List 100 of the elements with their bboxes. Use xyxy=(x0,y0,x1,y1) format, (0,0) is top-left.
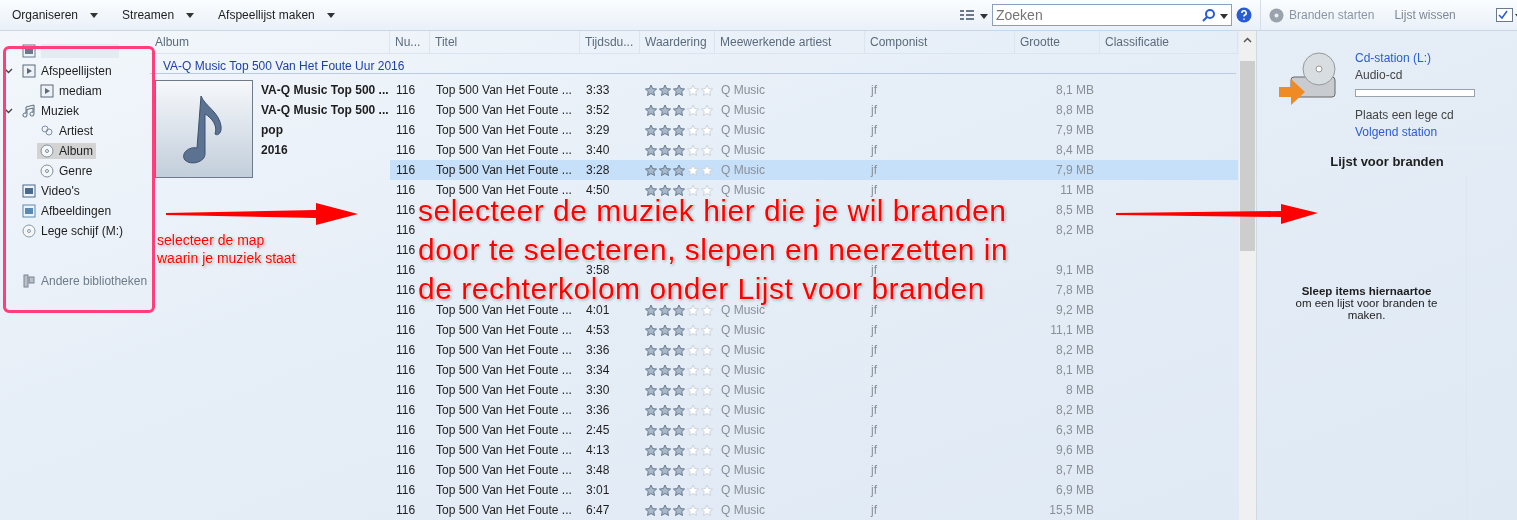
table-cell-text: Top 500 Van Het Foute ... xyxy=(435,323,573,337)
table-cell-text: 3:52 xyxy=(585,103,611,117)
star-icon[interactable] xyxy=(644,323,658,337)
column-header[interactable]: Grootte xyxy=(1015,31,1100,53)
nav-item[interactable]: Afspeellijsten xyxy=(19,63,115,79)
star-icon[interactable] xyxy=(672,423,686,437)
nav-item[interactable]: Video's xyxy=(19,183,83,199)
star-icon[interactable] xyxy=(672,163,686,177)
star-icon[interactable] xyxy=(658,363,672,377)
table-cell-text: 3:33 xyxy=(585,83,611,97)
star-icon[interactable] xyxy=(672,303,686,317)
star-icon[interactable] xyxy=(644,423,658,437)
drive-link[interactable]: Cd-station (L:) xyxy=(1355,51,1475,65)
star-icon[interactable] xyxy=(672,123,686,137)
nav-item[interactable]: Artiest xyxy=(37,123,96,139)
nav-item[interactable]: Album xyxy=(37,143,96,159)
star-icon[interactable] xyxy=(672,143,686,157)
star-icon[interactable] xyxy=(672,83,686,97)
star-icon[interactable] xyxy=(672,343,686,357)
nav-item[interactable]: Lege schijf (M:) xyxy=(19,223,127,239)
checklist-icon[interactable] xyxy=(1495,8,1513,22)
column-header[interactable]: Tijdsdu... xyxy=(580,31,640,53)
star-icon[interactable] xyxy=(658,423,672,437)
star-icon[interactable] xyxy=(644,123,658,137)
column-header[interactable]: Nu... xyxy=(390,31,430,53)
star-icon[interactable] xyxy=(644,503,658,517)
view-options-icon[interactable] xyxy=(960,9,974,21)
table-cell-text: jf xyxy=(869,363,878,377)
star-icon[interactable] xyxy=(658,463,672,477)
nav-item[interactable]: Andere bibliotheken xyxy=(19,273,151,289)
scrollbar[interactable] xyxy=(1239,31,1256,520)
star-icon[interactable] xyxy=(658,323,672,337)
search-field[interactable]: Zoeken xyxy=(992,4,1232,26)
star-icon[interactable] xyxy=(672,483,686,497)
disc-icon xyxy=(40,144,54,158)
chevron-icon[interactable] xyxy=(4,106,13,115)
star-icon[interactable] xyxy=(658,403,672,417)
star-icon[interactable] xyxy=(658,503,672,517)
star-icon[interactable] xyxy=(672,363,686,377)
nav-item[interactable]: Afbeeldingen xyxy=(19,203,115,219)
star-icon[interactable] xyxy=(658,443,672,457)
star-icon[interactable] xyxy=(658,383,672,397)
toolbar-menu[interactable]: Afspeellijst maken xyxy=(210,6,343,24)
caret-icon xyxy=(980,14,988,19)
star-icon[interactable] xyxy=(644,303,658,317)
star-icon[interactable] xyxy=(644,483,658,497)
column-header[interactable]: Classificatie xyxy=(1100,31,1238,53)
toolbar-menu[interactable]: Streamen xyxy=(114,6,203,24)
star-icon[interactable] xyxy=(658,163,672,177)
star-icon[interactable] xyxy=(658,183,672,197)
search-icon[interactable] xyxy=(1202,8,1216,22)
star-icon[interactable] xyxy=(672,183,686,197)
star-icon[interactable] xyxy=(658,123,672,137)
star-icon[interactable] xyxy=(658,483,672,497)
table-cell-text: Q Music xyxy=(720,163,766,177)
nav-item[interactable]: Muziek xyxy=(19,103,82,119)
star-icon[interactable] xyxy=(672,463,686,477)
star-icon[interactable] xyxy=(672,383,686,397)
star-icon[interactable] xyxy=(644,143,658,157)
next-drive-link[interactable]: Volgend station xyxy=(1355,125,1475,139)
column-header[interactable]: Album xyxy=(150,31,390,53)
scroll-thumb[interactable] xyxy=(1240,61,1255,251)
star-icon[interactable] xyxy=(658,103,672,117)
chevron-icon[interactable] xyxy=(4,66,13,75)
star-icon[interactable] xyxy=(672,323,686,337)
column-header[interactable]: Componist xyxy=(865,31,1015,53)
table-cell-text: jf xyxy=(869,423,878,437)
help-icon[interactable] xyxy=(1236,7,1252,23)
table-cell-text: 9,2 MB xyxy=(1055,303,1095,317)
scroll-up-icon[interactable] xyxy=(1243,37,1252,43)
star-icon[interactable] xyxy=(658,83,672,97)
star-icon[interactable] xyxy=(658,303,672,317)
table-cell-text: Q Music xyxy=(720,123,766,137)
star-icon[interactable] xyxy=(644,403,658,417)
star-icon[interactable] xyxy=(672,443,686,457)
nav-item[interactable]: mediam xyxy=(37,83,105,99)
star-icon[interactable] xyxy=(644,163,658,177)
star-icon[interactable] xyxy=(658,343,672,357)
star-icon[interactable] xyxy=(644,103,658,117)
clear-list-button[interactable]: Lijst wissen xyxy=(1394,8,1456,22)
star-icon[interactable] xyxy=(672,103,686,117)
play-icon xyxy=(40,84,54,98)
star-icon[interactable] xyxy=(644,83,658,97)
nav-item[interactable]: Genre xyxy=(37,163,96,179)
selected-row[interactable]: 116 Top 500 Van Het Foute ... 3:28 Q Music jf 7,9 MB xyxy=(390,160,1238,180)
star-icon[interactable] xyxy=(644,363,658,377)
star-icon[interactable] xyxy=(672,403,686,417)
star-icon[interactable] xyxy=(644,383,658,397)
star-icon[interactable] xyxy=(644,463,658,477)
star-icon[interactable] xyxy=(658,143,672,157)
table-cell-text: 4:50 xyxy=(585,183,611,197)
star-icon[interactable] xyxy=(644,443,658,457)
column-header[interactable]: Titel xyxy=(430,31,580,53)
search-input[interactable]: Zoeken xyxy=(993,7,1202,23)
column-header[interactable]: Meewerkende artiest xyxy=(715,31,865,53)
star-icon[interactable] xyxy=(644,183,658,197)
toolbar-menu[interactable]: Organiseren xyxy=(4,6,107,24)
star-icon[interactable] xyxy=(672,503,686,517)
star-icon[interactable] xyxy=(644,343,658,357)
column-header[interactable]: Waardering xyxy=(640,31,715,53)
